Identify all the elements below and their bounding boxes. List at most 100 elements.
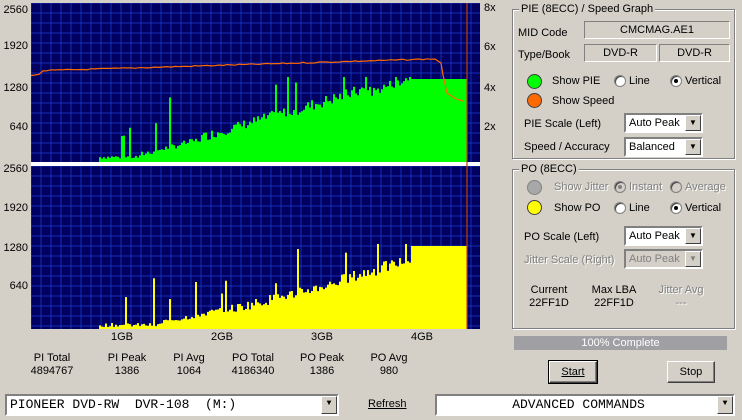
po-bar (393, 261, 395, 329)
po-line-radio[interactable] (614, 202, 626, 214)
pie-bar (339, 93, 341, 162)
show-pie-label[interactable]: Show PIE (552, 75, 600, 87)
pie-bar (419, 79, 421, 162)
pie-bar (263, 113, 265, 162)
po-bar (299, 287, 301, 329)
po-bar (127, 323, 129, 329)
po-bar (403, 263, 405, 329)
speed-color-swatch[interactable] (527, 93, 542, 108)
po-bar (463, 246, 465, 329)
pie-bar (205, 132, 207, 162)
po-bar (165, 319, 167, 329)
pie-bar (115, 156, 117, 162)
pie-bar (427, 79, 429, 162)
pie-bar (201, 135, 203, 162)
po-color-swatch[interactable] (527, 200, 542, 215)
pie-vertical-radio[interactable] (670, 75, 682, 87)
pie-bar (317, 104, 319, 162)
po-bar (253, 305, 255, 329)
jitter-color-swatch (527, 180, 542, 195)
pie-bar (217, 132, 219, 162)
pie-bar (179, 145, 181, 162)
po-bar (213, 310, 215, 329)
pie-bar (437, 79, 439, 162)
show-speed-label[interactable]: Show Speed (552, 95, 614, 107)
speed-accuracy-select[interactable]: Balanced ▼ (624, 137, 703, 157)
po-bar (257, 302, 259, 329)
pie-bar (101, 158, 103, 162)
drive-select[interactable]: PIONEER DVD-RW DVR-108 (M:) ▼ (5, 394, 339, 416)
chevron-down-icon[interactable]: ▼ (717, 396, 733, 414)
po-vertical-radio[interactable] (670, 202, 682, 214)
po-bar (423, 246, 425, 329)
pie-bar (387, 86, 389, 162)
pie-scale-label: PIE Scale (Left) (524, 118, 602, 130)
pie-bar (355, 93, 357, 162)
po-bar (203, 313, 205, 329)
pie-bar (177, 145, 179, 162)
pie-bar (413, 79, 415, 162)
chevron-down-icon[interactable]: ▼ (321, 396, 337, 414)
pie-vertical-label[interactable]: Vertical (685, 75, 721, 87)
po-bar (413, 246, 415, 329)
jitter-average-label: Average (685, 181, 726, 193)
stat-pi-peak: PI Peak 1386 (97, 352, 157, 378)
po-bar (255, 298, 257, 329)
po-vertical-label[interactable]: Vertical (685, 202, 721, 214)
po-bar (435, 246, 437, 329)
show-po-label[interactable]: Show PO (554, 202, 600, 214)
po-bar (321, 287, 323, 329)
advanced-commands-select[interactable]: ADVANCED COMMANDS ▼ (435, 394, 735, 416)
pie-bar (361, 87, 363, 162)
po-bar (431, 246, 433, 329)
pie-line-label[interactable]: Line (629, 75, 650, 87)
chevron-down-icon[interactable]: ▼ (685, 115, 701, 131)
pie-bar (383, 84, 385, 162)
max-lba-readout: Max LBA 22FF1D (584, 284, 644, 310)
pie-bar (207, 139, 209, 162)
po-bar (349, 274, 351, 329)
po-bar (235, 311, 237, 329)
pie-y-label: 1920 (3, 40, 28, 52)
po-bar (451, 246, 453, 329)
po-bar (351, 277, 353, 329)
pie-color-swatch[interactable] (527, 74, 542, 89)
stat-label: PI Peak (107, 352, 147, 364)
po-bar (173, 320, 175, 329)
jitter-avg-readout: Jitter Avg --- (651, 284, 711, 310)
pie-bar (117, 156, 119, 162)
pie-bar (247, 125, 249, 162)
pie-bar (409, 77, 411, 162)
chevron-down-icon[interactable]: ▼ (685, 228, 701, 244)
pie-bar (461, 79, 463, 162)
start-button[interactable]: Start (548, 360, 598, 384)
disc-type-field: DVD-R (584, 44, 657, 62)
stop-button[interactable]: Stop (667, 361, 715, 383)
po-scale-select[interactable]: Auto Peak ▼ (624, 226, 703, 246)
pie-bar (255, 121, 257, 162)
po-bar (153, 278, 155, 329)
po-bar (339, 281, 341, 329)
po-bar (379, 272, 381, 329)
po-bar (373, 268, 375, 329)
po-bar (101, 326, 103, 329)
pie-bar (107, 156, 109, 162)
chevron-down-icon[interactable]: ▼ (685, 139, 701, 155)
po-bar (111, 323, 113, 329)
pie-bar (119, 158, 121, 162)
pie-scale-select[interactable]: Auto Peak ▼ (624, 113, 703, 133)
book-type-field: DVD-R (659, 44, 730, 62)
pie-bar (343, 77, 345, 162)
stat-label: PO Total (232, 352, 274, 364)
stat-label: PI Avg (173, 352, 205, 364)
po-line-label[interactable]: Line (629, 202, 650, 214)
po-panel-title: PO (8ECC) (519, 163, 579, 175)
pie-line-radio[interactable] (614, 75, 626, 87)
po-bar (415, 246, 417, 329)
refresh-link[interactable]: Refresh (368, 398, 407, 410)
speed-label: 8x (484, 2, 496, 14)
pie-bar (151, 153, 153, 162)
stat-po-total: PO Total 4186340 (223, 352, 283, 378)
po-bar (385, 261, 387, 329)
pie-bar (153, 151, 155, 162)
